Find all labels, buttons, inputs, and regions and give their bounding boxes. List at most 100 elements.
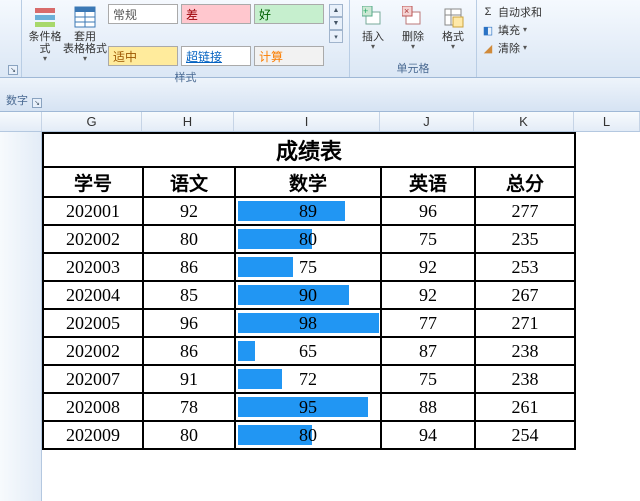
- cell-zongfen[interactable]: 271: [475, 309, 575, 337]
- cell-id[interactable]: 202003: [43, 253, 143, 281]
- cell-yingyu[interactable]: 96: [381, 197, 475, 225]
- table-row: 202002866587238: [43, 337, 575, 365]
- cell-yingyu[interactable]: 88: [381, 393, 475, 421]
- autosum-label: 自动求和: [498, 4, 542, 20]
- cell-id[interactable]: 202004: [43, 281, 143, 309]
- cell-id[interactable]: 202009: [43, 421, 143, 449]
- databar-value: 75: [236, 257, 380, 278]
- cell-yuwen[interactable]: 78: [143, 393, 235, 421]
- cell-zongfen[interactable]: 253: [475, 253, 575, 281]
- style-good[interactable]: 好: [254, 4, 324, 24]
- cell-yuwen[interactable]: 80: [143, 225, 235, 253]
- cell-yuwen[interactable]: 86: [143, 337, 235, 365]
- cell-id[interactable]: 202008: [43, 393, 143, 421]
- cell-shuxue[interactable]: 89: [235, 197, 381, 225]
- th-yuwen[interactable]: 语文: [143, 167, 235, 197]
- databar-value: 80: [236, 425, 380, 446]
- table-row: 202002808075235: [43, 225, 575, 253]
- clear-button[interactable]: ◢ 清除 ▾: [481, 40, 542, 56]
- cell-yingyu[interactable]: 77: [381, 309, 475, 337]
- col-header-J[interactable]: J: [380, 112, 474, 131]
- spin-down-icon[interactable]: ▼: [329, 17, 343, 30]
- table-row: 202001928996277: [43, 197, 575, 225]
- col-header-I[interactable]: I: [234, 112, 380, 131]
- ribbon-group-cells: + 插入 ▾ × 删除 ▾ 格式 ▾ 单元格: [350, 0, 477, 77]
- style-general[interactable]: 常规: [108, 4, 178, 24]
- cell-yingyu[interactable]: 94: [381, 421, 475, 449]
- cell-yuwen[interactable]: 96: [143, 309, 235, 337]
- cell-shuxue[interactable]: 65: [235, 337, 381, 365]
- format-button[interactable]: 格式 ▾: [434, 2, 472, 51]
- th-shuxue[interactable]: 数学: [235, 167, 381, 197]
- th-id[interactable]: 学号: [43, 167, 143, 197]
- select-all-corner[interactable]: [0, 112, 42, 131]
- cell-yingyu[interactable]: 75: [381, 225, 475, 253]
- score-table: 成绩表 学号 语文 数学 英语 总分 202001928996277202002…: [42, 132, 576, 450]
- cell-id[interactable]: 202002: [43, 225, 143, 253]
- table-row: 202007917275238: [43, 365, 575, 393]
- cell-styles-gallery: 常规 差 好 ▲ ▼ ▾ 适中 超链接 计算: [106, 2, 345, 68]
- cell-shuxue[interactable]: 95: [235, 393, 381, 421]
- group-expander-icon[interactable]: ↘: [32, 98, 42, 108]
- style-gallery-spinner: ▲ ▼ ▾: [329, 4, 343, 43]
- svg-text:+: +: [363, 6, 368, 16]
- cell-yingyu[interactable]: 92: [381, 253, 475, 281]
- worksheet-grid[interactable]: 成绩表 学号 语文 数学 英语 总分 202001928996277202002…: [0, 132, 640, 501]
- cell-yingyu[interactable]: 92: [381, 281, 475, 309]
- delete-button[interactable]: × 删除 ▾: [394, 2, 432, 51]
- insert-icon: +: [360, 4, 386, 30]
- cell-yuwen[interactable]: 92: [143, 197, 235, 225]
- cell-id[interactable]: 202005: [43, 309, 143, 337]
- fill-icon: ◧: [481, 23, 495, 37]
- cell-yingyu[interactable]: 75: [381, 365, 475, 393]
- autosum-button[interactable]: Σ 自动求和: [481, 4, 542, 20]
- cell-zongfen[interactable]: 277: [475, 197, 575, 225]
- ribbon-group-editing: Σ 自动求和 ◧ 填充 ▾ ◢ 清除 ▾: [477, 0, 640, 77]
- cell-zongfen[interactable]: 235: [475, 225, 575, 253]
- fill-button[interactable]: ◧ 填充 ▾: [481, 22, 542, 38]
- cell-yuwen[interactable]: 80: [143, 421, 235, 449]
- spin-up-icon[interactable]: ▲: [329, 4, 343, 17]
- cell-id[interactable]: 202002: [43, 337, 143, 365]
- cell-shuxue[interactable]: 80: [235, 421, 381, 449]
- cell-id[interactable]: 202007: [43, 365, 143, 393]
- col-header-G[interactable]: G: [42, 112, 142, 131]
- style-neutral[interactable]: 适中: [108, 46, 178, 66]
- insert-button[interactable]: + 插入 ▾: [354, 2, 392, 51]
- databar-value: 90: [236, 285, 380, 306]
- table-title[interactable]: 成绩表: [43, 133, 575, 167]
- cell-zongfen[interactable]: 261: [475, 393, 575, 421]
- cell-zongfen[interactable]: 267: [475, 281, 575, 309]
- th-zongfen[interactable]: 总分: [475, 167, 575, 197]
- col-header-L[interactable]: L: [574, 112, 640, 131]
- group-expander-icon[interactable]: ↘: [8, 65, 18, 75]
- cell-yingyu[interactable]: 87: [381, 337, 475, 365]
- cell-shuxue[interactable]: 75: [235, 253, 381, 281]
- cell-yuwen[interactable]: 85: [143, 281, 235, 309]
- cell-id[interactable]: 202001: [43, 197, 143, 225]
- table-format-button[interactable]: 套用 表格格式 ▾: [66, 2, 104, 63]
- th-yingyu[interactable]: 英语: [381, 167, 475, 197]
- style-calculation[interactable]: 计算: [254, 46, 324, 66]
- cell-zongfen[interactable]: 238: [475, 337, 575, 365]
- row-headers[interactable]: [0, 132, 42, 501]
- col-header-H[interactable]: H: [142, 112, 234, 131]
- style-bad[interactable]: 差: [181, 4, 251, 24]
- cell-shuxue[interactable]: 90: [235, 281, 381, 309]
- cell-zongfen[interactable]: 238: [475, 365, 575, 393]
- cell-yuwen[interactable]: 91: [143, 365, 235, 393]
- style-hyperlink[interactable]: 超链接: [181, 46, 251, 66]
- group-label-cells: 单元格: [354, 59, 472, 77]
- col-header-K[interactable]: K: [474, 112, 574, 131]
- table-row: 202009808094254: [43, 421, 575, 449]
- cell-zongfen[interactable]: 254: [475, 421, 575, 449]
- cell-yuwen[interactable]: 86: [143, 253, 235, 281]
- cell-shuxue[interactable]: 98: [235, 309, 381, 337]
- cell-shuxue[interactable]: 72: [235, 365, 381, 393]
- conditional-format-button[interactable]: 条件格式 ▾: [26, 2, 64, 63]
- table-format-icon: [72, 4, 98, 30]
- table-header-row: 学号 语文 数学 英语 总分: [43, 167, 575, 197]
- cell-shuxue[interactable]: 80: [235, 225, 381, 253]
- spin-more-icon[interactable]: ▾: [329, 30, 343, 43]
- conditional-format-label: 条件格式: [26, 31, 64, 55]
